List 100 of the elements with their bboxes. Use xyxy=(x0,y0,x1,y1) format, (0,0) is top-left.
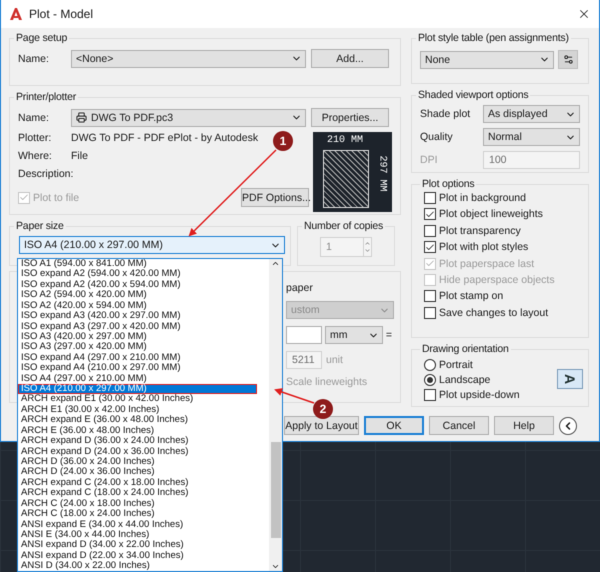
units-dropdown[interactable]: mm xyxy=(324,326,383,344)
list-item[interactable]: ISO expand A2 (420.00 x 594.00 MM) xyxy=(18,280,269,290)
list-item[interactable]: ISO expand A3 (420.00 x 297.00 MM) xyxy=(18,311,269,322)
field-label: Name: xyxy=(18,112,50,124)
list-item[interactable]: ARCH expand C (24.00 x 18.00 Inches) xyxy=(18,478,269,488)
checkbox-label: Save changes to layout xyxy=(439,306,548,319)
edit-table-button[interactable] xyxy=(558,50,578,69)
radio-label: Landscape xyxy=(439,374,490,386)
dialog-button[interactable]: Cancel xyxy=(429,416,489,435)
list-item[interactable]: ISO A2 (420.00 x 594.00 MM) xyxy=(18,300,269,312)
list-item[interactable]: ISO expand A4 (297.00 x 210.00 MM) xyxy=(18,352,269,364)
list-item[interactable]: ARCH C (24.00 x 18.00 Inches) xyxy=(18,498,269,510)
field-label: Shade plot xyxy=(420,108,472,120)
scale-label: paper xyxy=(286,282,314,294)
checkbox-label: Plot to file xyxy=(33,192,80,204)
list-item[interactable]: ARCH C (18.00 x 24.00 Inches) xyxy=(18,509,269,520)
list-item[interactable]: ANSI expand D (34.00 x 22.00 Inches) xyxy=(18,540,269,551)
list-item[interactable]: ARCH expand E (36.00 x 48.00 Inches) xyxy=(18,415,269,426)
list-item[interactable]: ARCH D (24.00 x 36.00 Inches) xyxy=(18,467,269,478)
dialog-button[interactable]: OK xyxy=(364,416,424,435)
plot-style-dropdown[interactable]: None xyxy=(420,50,554,68)
inches-field[interactable] xyxy=(286,326,322,344)
group-title: Number of copies xyxy=(303,220,384,232)
scroll-up-icon[interactable] xyxy=(271,259,280,268)
unit-label: unit xyxy=(326,354,343,366)
info-label: Description: xyxy=(18,168,74,180)
printer-dropdown[interactable]: DWG To PDF.pc3 xyxy=(71,108,306,126)
settings-icon xyxy=(562,54,574,65)
option-dropdown[interactable]: Normal xyxy=(483,128,580,146)
pointer-arrow xyxy=(274,388,314,404)
checkbox-label: Hide paperspace objects xyxy=(439,274,555,286)
list-item[interactable]: ARCH expand C (18.00 x 24.00 Inches) xyxy=(18,488,269,499)
option-dropdown[interactable]: As displayed xyxy=(483,105,580,123)
list-item[interactable]: ISO expand A3 (297.00 x 420.00 MM) xyxy=(18,322,269,332)
group-title: Plot style table (pen assignments) xyxy=(417,32,570,44)
checkbox-label: Plot object lineweights xyxy=(439,208,543,220)
checkbox[interactable] xyxy=(424,224,436,237)
checkbox-label: Scale lineweights xyxy=(286,376,368,388)
list-item[interactable]: ANSI expand D (22.00 x 34.00 Inches) xyxy=(18,550,269,562)
checkbox[interactable] xyxy=(424,389,436,401)
dialog-button[interactable]: Apply to Layout xyxy=(284,416,359,435)
group-title: Shaded viewport options xyxy=(417,89,530,101)
add-button[interactable]: Add... xyxy=(311,49,389,68)
group-title: Plot options xyxy=(421,178,476,190)
list-item[interactable]: ARCH expand E1 (30.00 x 42.00 Inches) xyxy=(18,394,269,405)
step-number-badge: 1 xyxy=(273,131,293,151)
paper-size-dropdown[interactable]: ISO A4 (210.00 x 297.00 MM) xyxy=(19,236,285,254)
list-item[interactable]: ISO A2 (594.00 x 420.00 MM) xyxy=(18,290,269,301)
checkbox[interactable] xyxy=(424,306,436,319)
page-setup-dropdown[interactable]: <None> xyxy=(71,50,306,68)
scrollbar-thumb[interactable] xyxy=(270,442,280,538)
checkbox-label: Plot transparency xyxy=(439,224,521,237)
checkbox-label: Plot with plot styles xyxy=(439,241,528,254)
paper-size-list[interactable] xyxy=(17,258,283,572)
radio-button[interactable] xyxy=(424,359,436,371)
list-item[interactable]: ISO A3 (297.00 x 420.00 MM) xyxy=(18,342,269,353)
checkbox[interactable] xyxy=(424,192,436,204)
checkbox-label: Plot upside-down xyxy=(439,389,520,401)
group-title: Page setup xyxy=(15,32,68,44)
spin-arrows-icon xyxy=(363,238,371,256)
scroll-down-icon[interactable] xyxy=(271,562,280,571)
info-value: File xyxy=(71,150,88,162)
list-item[interactable]: ISO A4 (210.00 x 297.00 MM) xyxy=(18,384,257,394)
list-item[interactable]: ARCH expand D (24.00 x 36.00 Inches) xyxy=(18,446,269,458)
checkbox[interactable] xyxy=(424,241,436,254)
list-item[interactable]: ANSI expand E (34.00 x 44.00 Inches) xyxy=(18,520,269,530)
checkbox[interactable] xyxy=(424,208,436,220)
checkbox-label: Plot paperspace last xyxy=(439,258,534,270)
checkbox[interactable] xyxy=(424,290,436,302)
window-title: Plot - Model xyxy=(29,7,94,21)
equals-sign: = xyxy=(386,329,392,341)
list-item[interactable]: ARCH E1 (30.00 x 42.00 Inches) xyxy=(18,404,269,416)
list-item[interactable]: ISO A3 (420.00 x 297.00 MM) xyxy=(18,332,269,342)
group-title: Paper size xyxy=(15,220,65,232)
field-label: Quality xyxy=(420,131,454,143)
info-label: Plotter: xyxy=(18,132,52,144)
list-item[interactable]: ISO expand A4 (210.00 x 297.00 MM) xyxy=(18,363,269,374)
orientation-icon: A xyxy=(557,369,583,389)
dialog-button[interactable]: Help xyxy=(494,416,554,435)
group-title: Printer/plotter xyxy=(15,91,78,103)
list-item[interactable]: ISO A1 (594.00 x 841.00 MM) xyxy=(18,259,269,270)
list-item[interactable]: ARCH E (36.00 x 48.00 Inches) xyxy=(18,426,269,436)
radio-label: Portrait xyxy=(439,359,473,371)
field-label: DPI xyxy=(420,154,439,166)
collapse-button[interactable] xyxy=(559,416,577,434)
close-icon[interactable] xyxy=(577,7,591,21)
properties-button[interactable]: Properties... xyxy=(311,108,389,127)
field-label: Name: xyxy=(18,52,50,64)
list-item[interactable]: ARCH D (36.00 x 24.00 Inches) xyxy=(18,457,269,468)
pdf-options-button[interactable]: PDF Options... xyxy=(241,188,309,207)
list-item[interactable]: ANSI D (34.00 x 22.00 Inches) xyxy=(18,561,269,572)
radio-button[interactable] xyxy=(424,374,436,386)
paper-preview-drawing: 210 MM 297 MM xyxy=(313,132,392,212)
step-number-badge: 2 xyxy=(313,399,333,419)
list-item[interactable]: ANSI E (34.00 x 44.00 Inches) xyxy=(18,530,269,540)
units-field[interactable]: 5211 xyxy=(286,351,322,369)
list-item[interactable]: ISO expand A2 (594.00 x 420.00 MM) xyxy=(18,269,269,280)
info-label: Where: xyxy=(18,150,53,162)
list-item[interactable]: ARCH expand D (36.00 x 24.00 Inches) xyxy=(18,436,269,447)
list-item[interactable]: ISO A4 (297.00 x 210.00 MM) xyxy=(18,374,269,384)
